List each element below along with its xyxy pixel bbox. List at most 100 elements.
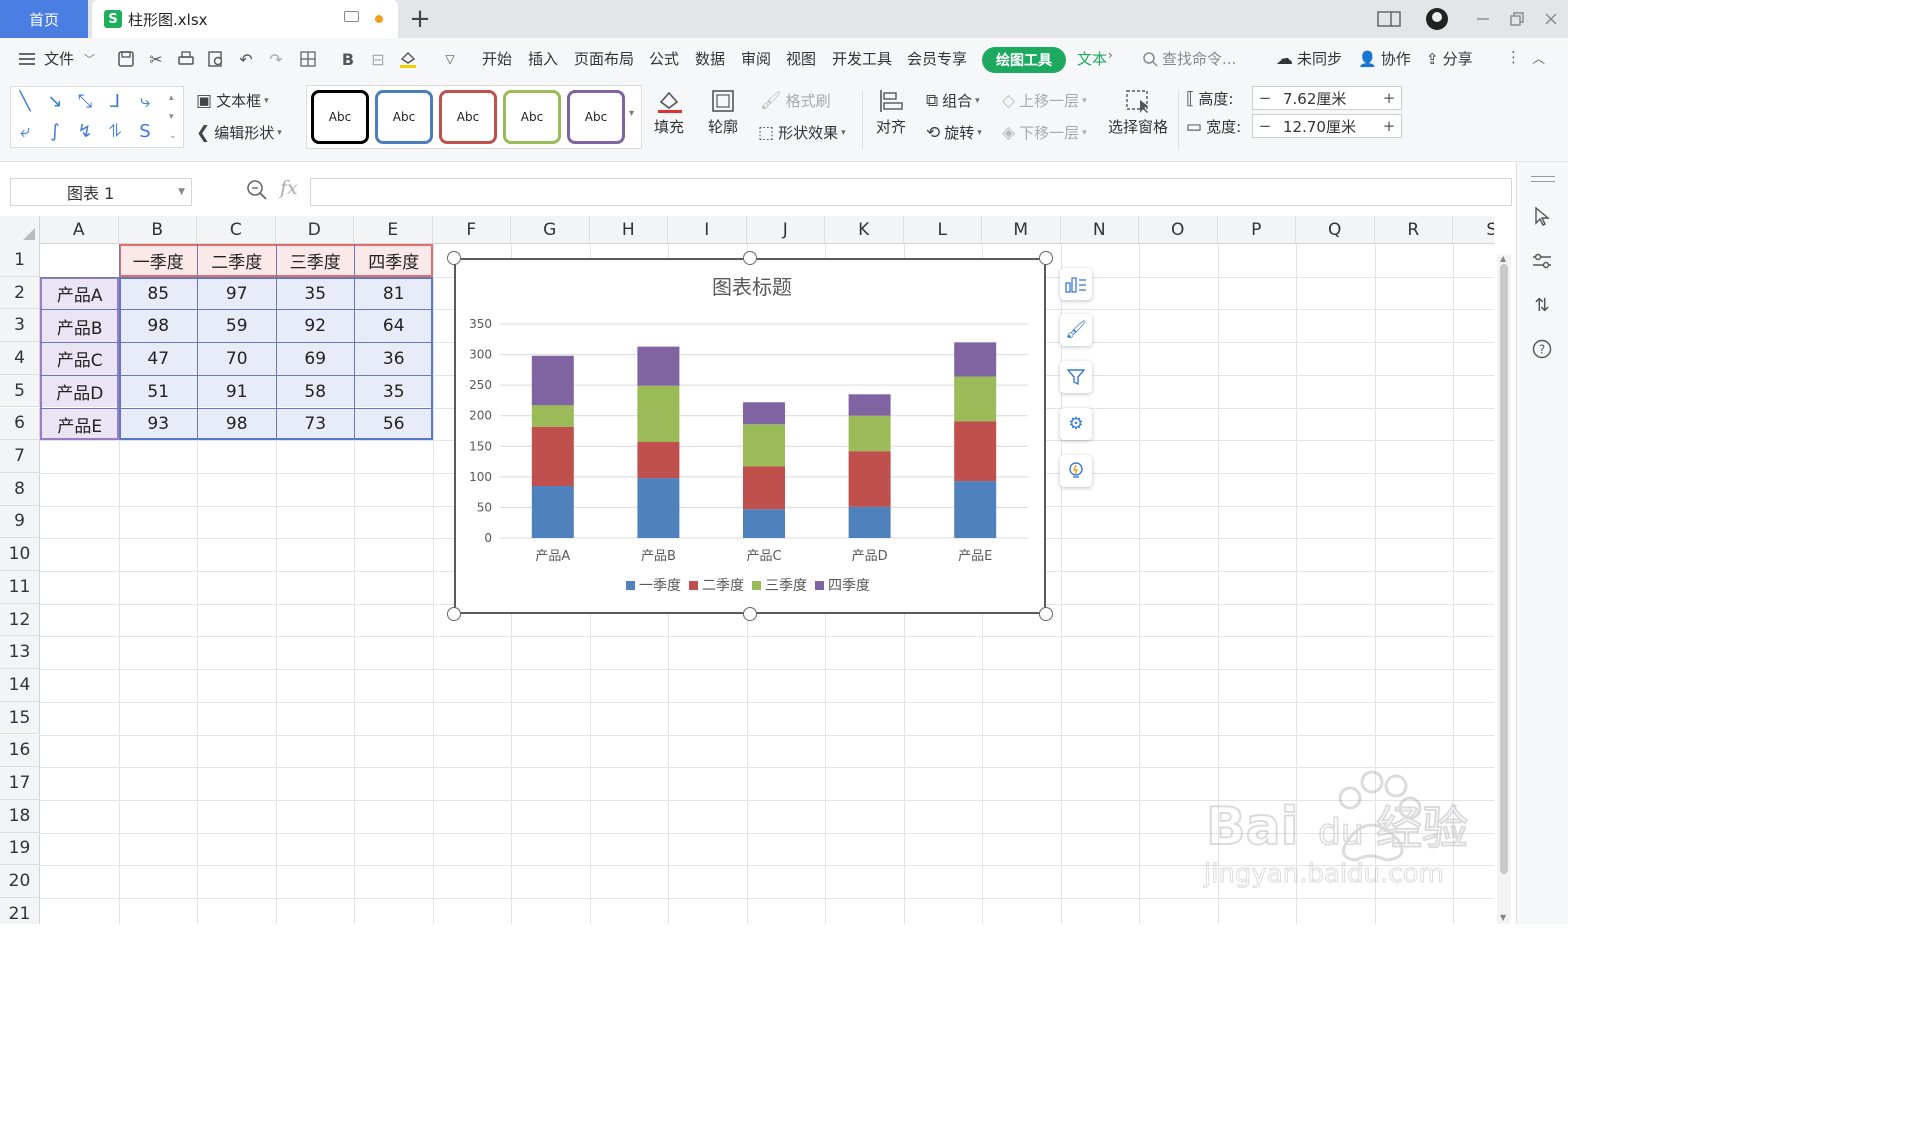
tab-page-layout[interactable]: 页面布局: [574, 48, 634, 69]
more-quick-access-icon[interactable]: ▽: [440, 49, 460, 69]
sync-button[interactable]: ☁ 未同步: [1276, 48, 1342, 69]
curve-connector-icon[interactable]: ∫: [45, 123, 65, 141]
more-icon[interactable]: ⋮: [1506, 48, 1521, 66]
share-button[interactable]: ⇪ 分享: [1426, 48, 1473, 69]
data-cell[interactable]: 35: [276, 277, 354, 310]
chart-smart-bulb-icon[interactable]: [1060, 455, 1092, 487]
vertical-scrollbar[interactable]: ▲ ▼: [1497, 254, 1511, 924]
window-layout-icon[interactable]: [1376, 8, 1402, 30]
tab-formulas[interactable]: 公式: [649, 48, 679, 69]
format-painter-button[interactable]: 🖌 格式刷: [760, 90, 831, 111]
select-all-corner[interactable]: [0, 216, 40, 244]
tab-member[interactable]: 会员专享: [907, 48, 967, 69]
restore-icon[interactable]: [1506, 8, 1528, 30]
resize-handle-top-right[interactable]: [1039, 251, 1053, 265]
outline-button[interactable]: 轮廓: [708, 88, 738, 137]
curve-double-arrow-icon[interactable]: ⥮: [105, 123, 125, 141]
column-header-r[interactable]: R: [1375, 216, 1453, 244]
tab-review[interactable]: 审阅: [741, 48, 771, 69]
minimize-icon[interactable]: [1472, 8, 1494, 30]
tab-home[interactable]: 开始: [482, 48, 512, 69]
data-cell[interactable]: 56: [355, 408, 433, 441]
curve-arrow-icon[interactable]: ↯: [75, 123, 95, 141]
name-box[interactable]: 图表 1 ▼: [10, 178, 192, 206]
edit-shape-button[interactable]: ❮ 编辑形状 ▾: [196, 122, 282, 143]
data-cell[interactable]: 58: [276, 375, 354, 408]
resize-handle-bottom-left[interactable]: [447, 607, 461, 621]
more-tabs-icon[interactable]: ›: [1108, 48, 1113, 62]
data-cell[interactable]: 92: [276, 310, 354, 343]
row-header-19[interactable]: 19: [0, 832, 40, 866]
shape-effects-button[interactable]: ⬚ 形状效果 ▾: [758, 122, 846, 143]
close-icon[interactable]: [1540, 8, 1562, 30]
column-header-s[interactable]: S: [1453, 216, 1494, 244]
collapse-ribbon-icon[interactable]: ︿: [1532, 48, 1545, 67]
row-label-cell[interactable]: 产品E: [41, 408, 119, 441]
row-header-2[interactable]: 2: [0, 276, 40, 310]
chart-object[interactable]: 图表标题 0 50 100 150 200 250 300 350 产品A 产品B 产品C 产品D 产品E…: [454, 258, 1046, 614]
header-cell[interactable]: 四季度: [355, 245, 433, 277]
height-value[interactable]: 7.62厘米: [1277, 88, 1377, 109]
resize-handle-top[interactable]: [743, 251, 757, 265]
save-icon[interactable]: [116, 49, 136, 69]
merge-icon[interactable]: ⊟: [368, 49, 388, 69]
collab-button[interactable]: 👤 协作: [1358, 48, 1411, 69]
row-header-13[interactable]: 13: [0, 636, 40, 670]
command-search[interactable]: 查找命令...: [1142, 48, 1236, 69]
row-header-9[interactable]: 9: [0, 505, 40, 539]
data-cell[interactable]: 85: [119, 277, 197, 310]
row-header-6[interactable]: 6: [0, 407, 40, 441]
data-cell[interactable]: 73: [276, 408, 354, 441]
row-header-15[interactable]: 15: [0, 701, 40, 735]
width-increase-button[interactable]: +: [1377, 117, 1401, 135]
tab-data[interactable]: 数据: [695, 48, 725, 69]
data-cell[interactable]: 64: [355, 310, 433, 343]
row-label-cell[interactable]: 产品D: [41, 375, 119, 408]
print-icon[interactable]: [176, 49, 196, 69]
column-header-p[interactable]: P: [1218, 216, 1296, 244]
width-decrease-button[interactable]: −: [1253, 117, 1277, 135]
column-header-l[interactable]: L: [904, 216, 982, 244]
redo-icon[interactable]: ↷: [266, 49, 286, 69]
row-header-21[interactable]: 21: [0, 898, 40, 924]
scroll-up-icon[interactable]: ▲: [1500, 254, 1506, 263]
row-header-3[interactable]: 3: [0, 309, 40, 343]
column-header-q[interactable]: Q: [1296, 216, 1375, 244]
zoom-icon[interactable]: [246, 179, 268, 201]
height-decrease-button[interactable]: −: [1253, 89, 1277, 107]
data-cell[interactable]: 97: [198, 277, 276, 310]
header-cell[interactable]: 三季度: [276, 245, 354, 277]
line-shape-gallery[interactable]: ╲ ↘ ⤡ ⅃ ⤷ ⤶ ∫ ↯ ⥮ S ▴ ▾ ⌄: [10, 86, 184, 148]
chart-settings-gear-icon[interactable]: ⚙: [1060, 408, 1092, 440]
data-cell[interactable]: 47: [119, 343, 197, 375]
style-preset-blue[interactable]: Abc: [375, 90, 433, 144]
data-cell[interactable]: 51: [119, 375, 197, 408]
send-backward-button[interactable]: ◈ 下移一层 ▾: [1002, 122, 1087, 143]
column-header-m[interactable]: M: [982, 216, 1061, 244]
data-cell[interactable]: 36: [355, 343, 433, 375]
print-preview-icon[interactable]: [206, 49, 226, 69]
formula-input[interactable]: [310, 178, 1512, 206]
elbow-connector-icon[interactable]: ⅃: [105, 93, 125, 111]
row-header-20[interactable]: 20: [0, 865, 40, 898]
resize-handle-bottom[interactable]: [743, 607, 757, 621]
row-header-14[interactable]: 14: [0, 669, 40, 702]
row-header-4[interactable]: 4: [0, 342, 40, 375]
row-header-5[interactable]: 5: [0, 374, 40, 408]
gallery-scroll-icon[interactable]: ▴ ▾ ⌄: [169, 89, 177, 146]
chevron-down-icon[interactable]: ▼: [178, 187, 185, 197]
tab-text[interactable]: 文本: [1077, 48, 1107, 69]
align-button[interactable]: 对齐: [876, 88, 906, 137]
data-cell[interactable]: 98: [198, 408, 276, 441]
sort-icon[interactable]: ⇅: [1531, 294, 1553, 316]
rotate-button[interactable]: ⟲ 旋转 ▾: [926, 122, 982, 143]
fx-icon[interactable]: fx: [280, 177, 298, 199]
style-preset-black[interactable]: Abc: [311, 90, 369, 144]
cursor-icon[interactable]: [1531, 205, 1553, 227]
help-icon[interactable]: ?: [1531, 338, 1553, 360]
row-header-8[interactable]: 8: [0, 472, 40, 506]
height-input[interactable]: − 7.62厘米 +: [1252, 86, 1402, 110]
data-cell[interactable]: 69: [276, 343, 354, 375]
height-increase-button[interactable]: +: [1377, 89, 1401, 107]
file-tab[interactable]: S 柱形图.xlsx: [92, 0, 398, 38]
